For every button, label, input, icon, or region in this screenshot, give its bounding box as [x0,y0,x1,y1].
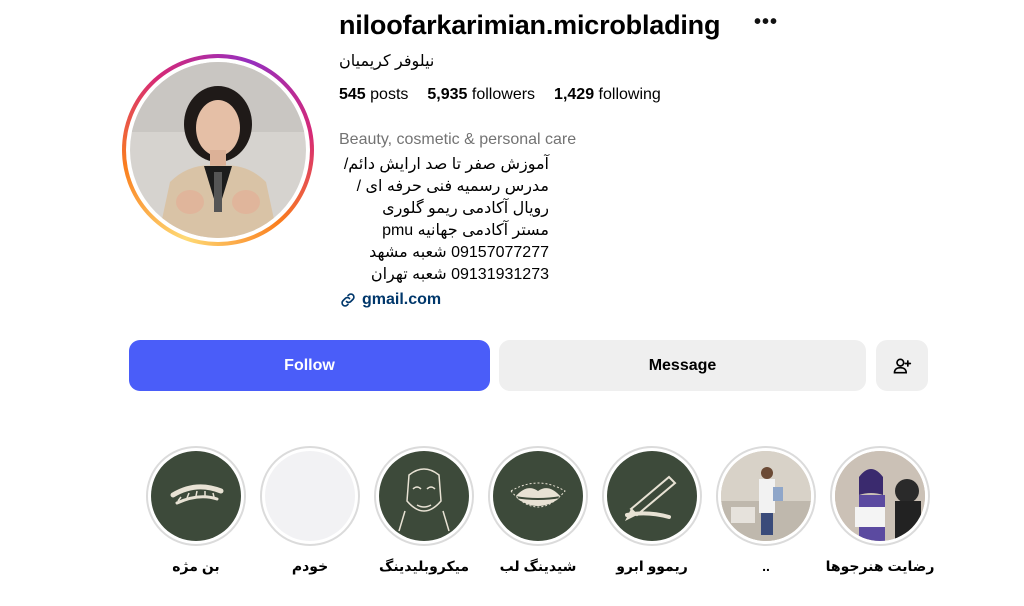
highlight-item[interactable]: ریموو ابرو [602,446,702,575]
story-ring[interactable] [122,54,314,246]
highlight-label: میکروبلیدینگ [378,558,469,574]
message-button[interactable]: Message [499,340,866,391]
followers-stat[interactable]: 5,935 followers [427,86,535,104]
following-label: following [598,86,661,103]
highlight-ring [374,446,474,546]
highlight-cover [607,451,697,541]
highlight-ring [602,446,702,546]
pen-tool-icon [625,475,677,521]
bio-line: 09157077277 شعبه مشهد [369,244,549,261]
followers-count: 5,935 [427,86,468,103]
profile-stats: 545 posts 5,935 followers 1,429 followin… [339,86,661,104]
profile-link[interactable]: gmail.com [339,291,441,309]
following-stat[interactable]: 1,429 following [554,86,661,104]
bio-line: آموزش صفر تا صد ارایش دائم/ [343,156,549,173]
highlight-cover [151,451,241,541]
profile-category: Beauty, cosmetic & personal care [339,131,577,148]
highlight-item[interactable]: .. [716,446,816,574]
follow-button[interactable]: Follow [129,340,490,391]
highlight-cover [835,451,925,541]
face-icon [398,468,450,532]
posts-stat[interactable]: 545 posts [339,86,408,104]
highlight-item[interactable]: خودم [260,446,360,575]
highlight-cover [721,451,811,541]
highlight-item[interactable]: بن مژه [146,446,246,575]
profile-bio: آموزش صفر تا صد ارایش دائم/ مدرس رسمیه ف… [339,154,549,286]
full-name: نیلوفر کریمیان [339,53,435,70]
photo-thumbnail [835,451,925,541]
profile-photo [130,62,306,238]
bio-line: 09131931273 شعبه تهران [370,266,549,283]
bio-line: رویال آکادمی ریمو گلوری [382,200,549,217]
highlight-cover [379,451,469,541]
posts-count: 545 [339,86,366,103]
followers-label: followers [471,86,536,103]
highlight-ring [146,446,246,546]
highlight-ring [488,446,588,546]
highlight-ring [716,446,816,546]
posts-label: posts [370,86,409,103]
highlight-ring [260,446,360,546]
highlight-ring [830,446,930,546]
suggested-users-button[interactable] [876,340,928,391]
highlight-cover [265,451,355,541]
highlight-label: رضایت هنرجوها [825,558,935,574]
bio-line: مستر آکادمی جهانیه pmu [382,222,549,239]
highlight-label: ریموو ابرو [616,558,688,574]
highlight-item[interactable]: شیدینگ لب [488,446,588,575]
highlight-cover [493,451,583,541]
eyelash-icon [170,484,224,505]
highlight-label: خودم [291,558,329,574]
avatar-gap [126,58,310,242]
bio-line: مدرس رسمیه فنی حرفه ای / [356,178,549,195]
link-icon [341,293,355,307]
highlight-label: بن مژه [172,558,220,574]
story-highlights: بن مژه خودم میکروبلیدینگ شیدینگ لب ریموو… [0,446,1024,606]
profile-link-text: gmail.com [362,291,442,308]
profile-avatar[interactable] [130,62,306,238]
highlight-item[interactable]: رضایت هنرجوها [826,446,934,575]
following-count: 1,429 [554,86,595,103]
highlight-label: .. [762,558,770,574]
person-add-icon [893,358,912,373]
username: niloofarkarimian.microblading [339,10,721,40]
highlight-item[interactable]: میکروبلیدینگ [374,446,474,575]
lips-icon [510,482,566,508]
more-options-icon[interactable]: ••• [754,11,778,34]
highlight-label: شیدینگ لب [499,558,577,574]
photo-thumbnail [721,451,811,541]
